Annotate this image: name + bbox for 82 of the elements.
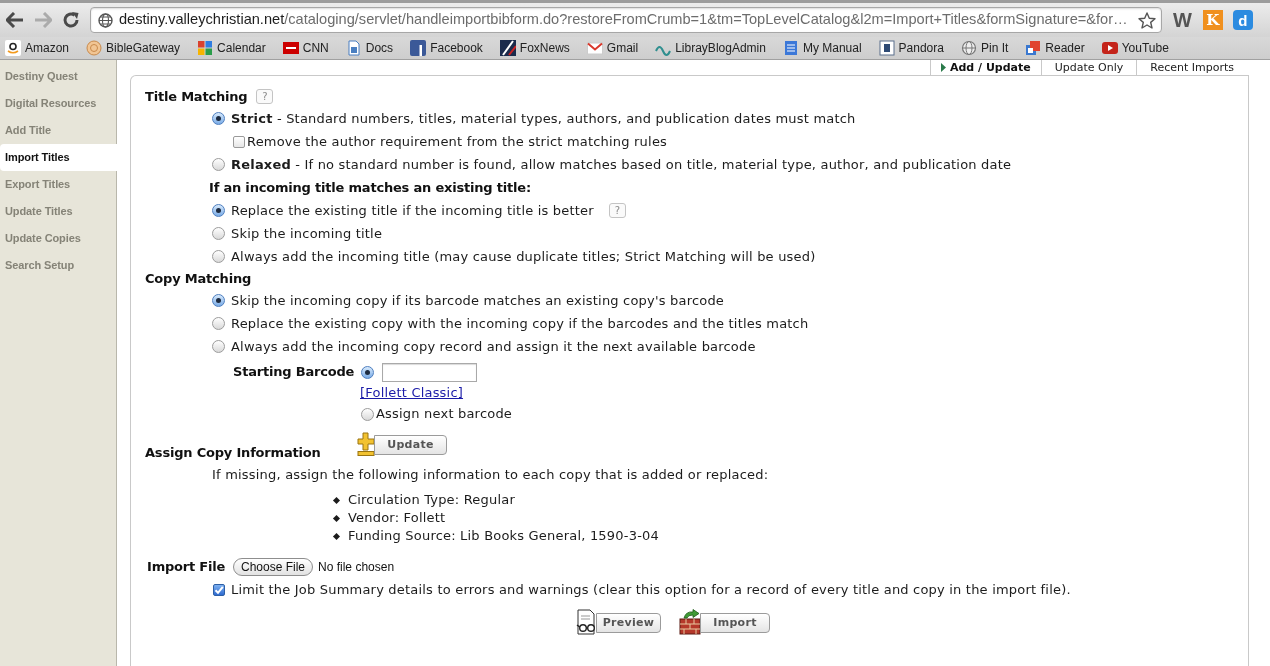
- radio-button[interactable]: [212, 112, 225, 125]
- squares-icon: [197, 40, 214, 56]
- square-icon: [878, 40, 895, 56]
- checkbox-label: Limit the Job Summary details to errors and warnings (clear this option for a record of every title and copy in the import file).: [231, 581, 1071, 600]
- address-bar[interactable]: destiny.valleychristian.net/cataloging/servlet/handleimportbibform.do?restoreFromCrumb=1&tm=TopLevelCatalog&l2m=Import+Titles&formSignature=&for…: [90, 7, 1162, 33]
- section-heading: Title Matching: [145, 87, 248, 106]
- follett-classic-link[interactable]: [Follett Classic]: [360, 383, 464, 403]
- bullet-icon: [332, 496, 341, 504]
- option-label: Relaxed - If no standard number is found, allow matches based on title, material type, author, and publication date: [231, 155, 1012, 174]
- checkbox[interactable]: [233, 135, 245, 148]
- bookmark-item[interactable]: FoxNews: [499, 38, 570, 58]
- star-icon[interactable]: [1138, 11, 1156, 29]
- radio-button[interactable]: [212, 340, 225, 353]
- sidebar-item[interactable]: Import Titles: [0, 144, 117, 171]
- radio-button[interactable]: [212, 227, 225, 240]
- list-item: Funding Source: Lib Books General, 1590-3-04: [348, 527, 659, 546]
- radio-button[interactable]: [361, 365, 374, 379]
- section-heading: Copy Matching: [145, 269, 253, 288]
- bookmark-item[interactable]: Docs: [345, 38, 394, 58]
- url-text: destiny.valleychristian.net/cataloging/servlet/handleimportbibform.do?restoreFromCrumb=1&tm=TopLevelCatalog&l2m=Import+Titles&formSignature=&for…: [119, 10, 1128, 30]
- plus-icon: [357, 432, 375, 456]
- bookmark-item[interactable]: CNN: [282, 38, 329, 58]
- bookmark-item[interactable]: Amazon: [5, 38, 70, 58]
- list-item: Circulation Type: Regular: [348, 491, 515, 510]
- option-label: Always add the incoming copy record and assign it the next available barcode: [231, 337, 756, 356]
- reload-button[interactable]: [61, 10, 81, 30]
- radio-button[interactable]: [212, 294, 225, 307]
- document-glasses-icon: [576, 609, 598, 635]
- bookmark-item[interactable]: Facebook: [410, 38, 483, 58]
- file-status: No file chosen: [318, 559, 395, 576]
- bookmark-item[interactable]: LibrayBlogAdmin: [655, 38, 766, 58]
- bookmark-item[interactable]: YouTube: [1101, 38, 1169, 58]
- bookmark-item[interactable]: My Manual: [782, 38, 862, 58]
- bricks-arrow-icon: [678, 609, 702, 635]
- bookmark-item[interactable]: BibleGateway: [86, 38, 181, 58]
- info-text: If missing, assign the following information to each copy that is added or replaced:: [212, 466, 770, 485]
- envelope-icon: [586, 40, 603, 56]
- list-item: Vendor: Follett: [348, 509, 446, 528]
- document-icon: [782, 40, 799, 56]
- checkbox-label: Remove the author requirement from the strict matching rules: [247, 132, 668, 151]
- option-label: Always add the incoming title (may cause duplicate titles; Strict Matching will be used): [231, 247, 816, 266]
- option-label: Skip the incoming copy if its barcode matches an existing copy's barcode: [231, 291, 725, 310]
- help-button[interactable]: ?: [608, 203, 626, 218]
- bullet-icon: [332, 532, 341, 540]
- bookmark-item[interactable]: Gmail: [586, 38, 639, 58]
- bullet-icon: [332, 514, 341, 522]
- section-heading: If an incoming title matches an existing title:: [209, 178, 532, 197]
- radio-button[interactable]: [212, 158, 225, 171]
- option-label: Strict - Standard numbers, titles, material types, authors, and publication dates must match: [231, 109, 856, 128]
- option-label: Replace the existing copy with the incoming copy if the barcodes and the titles match: [231, 314, 809, 333]
- globe-icon: [960, 40, 977, 56]
- stacked-squares-icon: [1025, 40, 1042, 56]
- bookmark-item[interactable]: Calendar: [197, 38, 266, 58]
- circle-icon: [86, 40, 103, 56]
- option-label: Assign next barcode: [376, 405, 513, 424]
- slash-icon: [499, 40, 516, 56]
- bookmark-item[interactable]: Pandora: [878, 38, 944, 58]
- document-icon: [345, 40, 362, 56]
- square-icon: [410, 40, 427, 56]
- field-label: Import File: [147, 558, 227, 577]
- bookmark-item[interactable]: Pin It: [960, 38, 1009, 58]
- bookmark-item[interactable]: Reader: [1025, 38, 1085, 58]
- globe-icon: [98, 12, 113, 28]
- back-button[interactable]: [5, 10, 25, 30]
- smile-icon: [5, 40, 21, 56]
- extension-button[interactable]: d: [1232, 10, 1253, 30]
- radio-button[interactable]: [212, 204, 225, 217]
- radio-button[interactable]: [212, 317, 225, 330]
- extension-button[interactable]: W: [1172, 10, 1193, 30]
- triangle-icon: [940, 63, 946, 72]
- choose-file-button[interactable]: Choose File: [233, 558, 314, 576]
- section-heading: Assign Copy Information: [145, 443, 322, 462]
- tile-icon: [282, 40, 299, 56]
- radio-button[interactable]: [212, 250, 225, 263]
- option-label: Replace the existing title if the incoming title is better: [231, 201, 594, 220]
- field-label: Starting Barcode: [233, 363, 356, 382]
- checkbox[interactable]: [213, 584, 225, 596]
- help-button[interactable]: ?: [256, 89, 274, 104]
- barcode-input[interactable]: [382, 362, 477, 382]
- option-label: Skip the incoming title: [231, 224, 383, 243]
- play-icon: [1101, 40, 1118, 56]
- radio-button[interactable]: [361, 407, 374, 421]
